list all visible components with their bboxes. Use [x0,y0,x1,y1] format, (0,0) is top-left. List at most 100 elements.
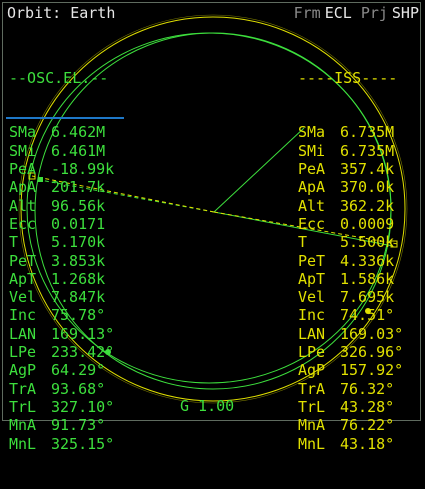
target-label-agp: AgP [298,361,326,380]
target-value-pet: 4.336k [340,251,395,270]
target-row-mna: MnA 76.22° [298,416,403,434]
target-value-alt: 362.2k [340,196,395,215]
own-row-t: T 5.170k [9,233,114,251]
own-value-pea: -18.99k [51,160,115,179]
own-row-inc: Inc 75.78° [9,306,114,324]
target-row-ecc: Ecc 0.0009 [298,215,403,233]
target-label-vel: Vel [298,288,326,307]
target-row-trl: TrL 43.28° [298,398,403,416]
target-row-inc: Inc 74.51° [298,306,403,324]
own-label-smi: SMi [9,141,37,160]
target-value-apt: 1.586k [340,269,395,288]
own-value-tra: 93.68° [51,379,106,398]
own-value-pet: 3.853k [51,251,106,270]
target-value-apa: 370.0k [340,178,395,197]
own-label-mnl: MnL [9,434,37,453]
own-label-mna: MnA [9,416,37,435]
target-row-pea: PeA 357.4k [298,160,403,178]
target-value-t: 5.500k [340,233,395,252]
target-label-smi: SMi [298,141,326,160]
projection-value[interactable]: SHP [392,4,419,22]
own-label-vel: Vel [9,288,37,307]
target-value-agp: 157.92° [340,361,404,380]
own-label-inc: Inc [9,306,37,325]
own-row-apa: ApA 201.7k [9,178,114,196]
target-row-smi: SMi 6.735M [298,142,403,160]
target-label-tra: TrA [298,379,326,398]
own-row-smi: SMi 6.461M [9,142,114,160]
own-value-apt: 1.268k [51,269,106,288]
own-value-apa: 201.7k [51,178,106,197]
target-row-apt: ApT 1.586k [298,270,403,288]
header-modes: Frm ECL Prj SHP [285,4,419,22]
target-value-sma: 6.735M [340,123,395,142]
target-row-mnl: MnL 43.18° [298,435,403,453]
target-label-apa: ApA [298,178,326,197]
target-value-vel: 7.695k [340,288,395,307]
target-row-alt: Alt 362.2k [298,197,403,215]
own-label-tra: TrA [9,379,37,398]
right-section-title: ----ISS---- [298,68,398,87]
own-label-ecc: Ecc [9,214,37,233]
target-label-inc: Inc [298,306,326,325]
own-label-apa: ApA [9,178,37,197]
target-value-inc: 74.51° [340,306,395,325]
target-value-mnl: 43.18° [340,434,395,453]
own-value-lan: 169.13° [51,324,115,343]
left-section-title: --OSC.EL.-- [9,68,109,87]
g-scale-readout: G 1.00 [180,397,235,415]
target-value-trl: 43.28° [340,397,395,416]
own-row-ecc: Ecc 0.0171 [9,215,114,233]
own-label-pea: PeA [9,160,37,179]
own-value-inc: 75.78° [51,306,106,325]
target-label-ecc: Ecc [298,214,326,233]
own-value-ecc: 0.0171 [51,214,106,233]
target-row-pet: PeT 4.336k [298,252,403,270]
target-label-apt: ApT [298,269,326,288]
target-value-smi: 6.735M [340,141,395,160]
target-value-lan: 169.03° [340,324,404,343]
own-value-t: 5.170k [51,233,106,252]
own-row-mna: MnA 91.73° [9,416,114,434]
own-row-sma: SMa 6.462M [9,123,114,141]
frame-label: Frm [293,4,321,22]
target-label-trl: TrL [298,397,326,416]
own-value-mnl: 325.15° [51,434,115,453]
target-label-sma: SMa [298,123,326,142]
own-value-trl: 327.10° [51,397,115,416]
target-label-pea: PeA [298,160,326,179]
projection-label: Prj [360,4,388,22]
target-value-lpe: 326.96° [340,343,404,362]
orbit-mfd: Orbit: Earth Frm ECL Prj SHP --OSC.EL.--… [0,0,425,453]
target-row-agp: AgP 157.92° [298,361,403,379]
own-label-t: T [9,233,19,252]
target-label-lan: LAN [298,324,326,343]
own-value-vel: 7.847k [51,288,106,307]
target-row-apa: ApA 370.0k [298,178,403,196]
target-row-tra: TrA 76.32° [298,380,403,398]
target-elements-panel: ----ISS---- SMa 6.735M SMi 6.735M PeA 357.4k A… [298,32,403,489]
frame-value[interactable]: ECL [325,4,352,22]
own-row-lpe: LPe 233.42° [9,343,114,361]
target-label-alt: Alt [298,196,326,215]
own-row-tra: TrA 93.68° [9,380,114,398]
own-row-vel: Vel 7.847k [9,288,114,306]
osculating-elements-panel: --OSC.EL.-- SMa 6.462M SMi 6.461M PeA -18.99k… [9,32,114,489]
target-label-pet: PeT [298,251,326,270]
target-value-pea: 357.4k [340,160,395,179]
target-value-ecc: 0.0009 [340,214,395,233]
own-label-agp: AgP [9,361,37,380]
own-row-trl: TrL 327.10° [9,398,114,416]
own-value-lpe: 233.42° [51,343,115,362]
own-label-sma: SMa [9,123,37,142]
own-label-pet: PeT [9,251,37,270]
own-label-alt: Alt [9,196,37,215]
own-label-apt: ApT [9,269,37,288]
own-row-lan: LAN 169.13° [9,325,114,343]
own-row-pea: PeA -18.99k [9,160,114,178]
own-row-alt: Alt 96.56k [9,197,114,215]
apsides-line [213,127,305,213]
own-row-mnl: MnL 325.15° [9,435,114,453]
target-label-lpe: LPe [298,343,326,362]
own-label-lpe: LPe [9,343,37,362]
